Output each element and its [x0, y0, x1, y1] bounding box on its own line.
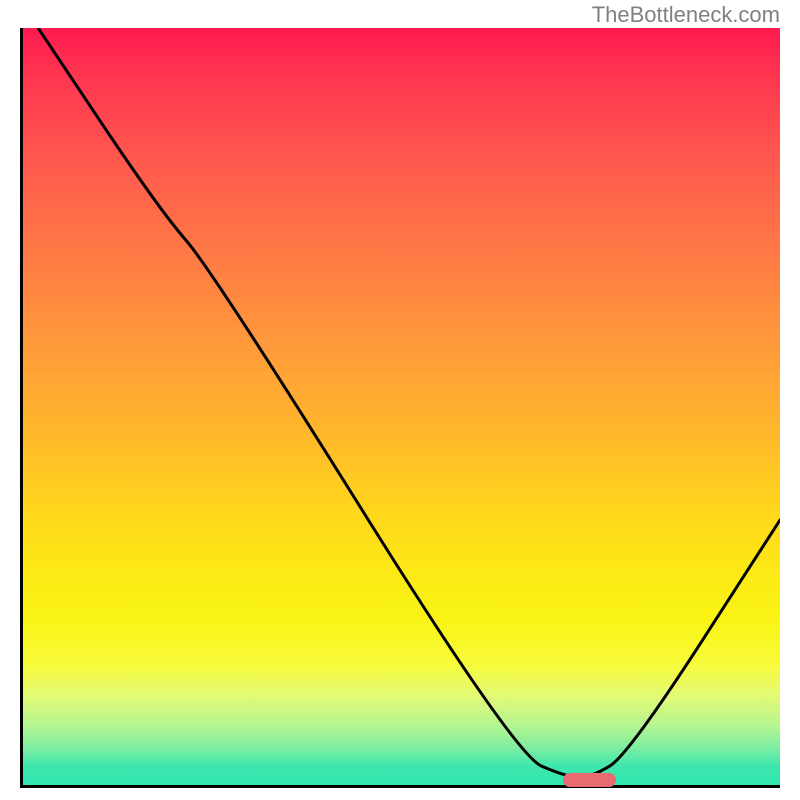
chart-gradient-background — [23, 28, 780, 785]
attribution-text: TheBottleneck.com — [592, 2, 780, 28]
chart-plot-area — [20, 28, 780, 788]
optimal-range-marker — [563, 773, 616, 787]
